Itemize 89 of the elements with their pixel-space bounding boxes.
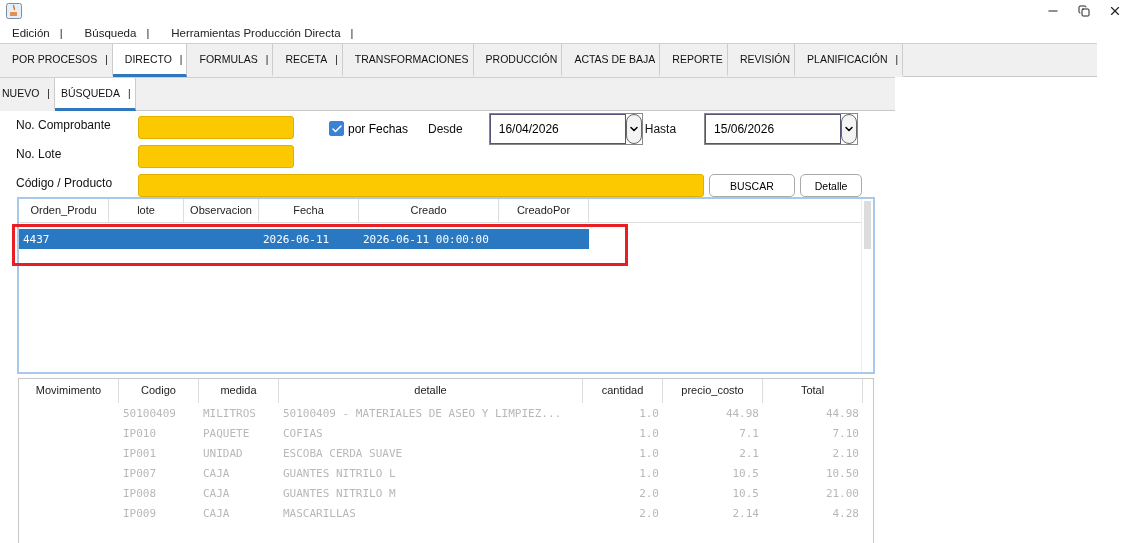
column-header[interactable]: detalle	[279, 379, 583, 403]
column-header[interactable]: Movimimento	[19, 379, 119, 403]
input-field[interactable]	[138, 174, 704, 197]
table-cell: 1.0	[639, 446, 659, 460]
table-cell: GUANTES NITRILO L	[283, 466, 396, 480]
menu-separator: |	[350, 26, 354, 39]
table-cell: MASCARILLAS	[283, 506, 356, 520]
tab[interactable]: ACTAS DE BAJA	[562, 44, 661, 77]
menu-item[interactable]: Edición	[12, 26, 50, 39]
table-cell: 44.98	[825, 406, 859, 420]
java-icon	[6, 3, 22, 19]
column-header[interactable]: lote	[109, 199, 184, 222]
table-cell: IP009	[123, 506, 157, 520]
field-label: Código / Producto	[16, 175, 114, 192]
tab[interactable]: REPORTE	[660, 44, 728, 77]
tab[interactable]: TRANSFORMACIONES	[342, 44, 474, 77]
column-header[interactable]: Observacion	[184, 199, 259, 222]
date-field[interactable]: 15/06/2026	[704, 112, 859, 145]
button[interactable]: Detalle	[799, 174, 863, 197]
table-cell: GUANTES NITRILO M	[283, 486, 396, 500]
close-icon[interactable]	[1108, 4, 1122, 18]
tab[interactable]: REVISIÓN	[727, 44, 796, 77]
date-field[interactable]: 16/04/2026	[488, 112, 643, 145]
table-cell: 2.10	[832, 446, 859, 460]
table-cell: 2026-06-11	[263, 232, 330, 246]
column-header[interactable]: medida	[199, 379, 279, 403]
table-cell: 21.00	[825, 486, 859, 500]
input-field[interactable]	[138, 145, 294, 168]
checkbox[interactable]	[329, 121, 344, 136]
tab[interactable]: DIRECTO |	[112, 44, 188, 77]
menu-item[interactable]: Herramientas Producción Directa	[171, 26, 341, 39]
scrollbar[interactable]	[861, 199, 873, 372]
table-cell: 10.50	[825, 466, 859, 480]
tab[interactable]: BÚSQUEDA |	[54, 78, 136, 111]
table-cell: IP001	[123, 446, 157, 460]
table-cell: IP007	[123, 466, 157, 480]
column-header[interactable]: Codigo	[119, 379, 199, 403]
table-cell: UNIDAD	[203, 446, 243, 460]
table-row[interactable]: 4437 2026-06-11 2026-06-11 00:00:00	[19, 229, 589, 249]
menu-separator: |	[146, 26, 150, 39]
table-cell: IP008	[123, 486, 157, 500]
table-cell: CAJA	[203, 486, 230, 500]
button[interactable]: BUSCAR	[709, 174, 795, 197]
table-cell: 50100409	[123, 406, 176, 420]
menu-item[interactable]: Búsqueda	[84, 26, 137, 39]
menu-separator: |	[59, 26, 63, 39]
table-cell: ESCOBA CERDA SUAVE	[283, 446, 403, 460]
column-header[interactable]: Total	[763, 379, 863, 403]
field-label: No. Lote	[16, 146, 63, 163]
column-header[interactable]: Fecha	[259, 199, 359, 222]
table-cell: 1.0	[639, 426, 659, 440]
table-cell: 50100409 - MATERIALES DE ASEO Y LIMPIEZ...	[283, 406, 562, 420]
table-cell: IP010	[123, 426, 157, 440]
table-cell: 2.0	[639, 506, 659, 520]
column-header[interactable]: Creado	[359, 199, 499, 222]
input-field[interactable]	[138, 116, 294, 139]
field-label: Desde	[428, 120, 463, 137]
tab[interactable]: POR PROCESOS |	[0, 44, 113, 77]
tab[interactable]: NUEVO |	[0, 78, 55, 111]
table-cell: 10.5	[732, 466, 759, 480]
table-cell: MILITROS	[203, 406, 256, 420]
tab[interactable]: PLANIFICACIÓN |	[795, 44, 904, 77]
table-cell: 2026-06-11 00:00:00	[363, 232, 489, 246]
checkbox-label: por Fechas	[348, 121, 409, 136]
table-cell: 2.1	[739, 446, 759, 460]
table-cell: 1.0	[639, 406, 659, 420]
table-cell: 44.98	[725, 406, 759, 420]
table-cell: COFIAS	[283, 426, 323, 440]
field-label: Hasta	[644, 120, 677, 137]
column-header[interactable]: precio_costo	[663, 379, 763, 403]
table-cell: 4.28	[832, 506, 859, 520]
tab[interactable]: PRODUCCIÓN	[473, 44, 563, 77]
table-cell: 7.10	[832, 426, 859, 440]
table-cell: 4437	[23, 232, 50, 246]
table-cell: PAQUETE	[203, 426, 250, 440]
column-header[interactable]: CreadoPor	[499, 199, 589, 222]
table-cell: 2.14	[732, 506, 759, 520]
table-cell: 2.0	[639, 486, 659, 500]
restore-icon[interactable]	[1078, 5, 1090, 17]
tab[interactable]: RECETA |	[273, 44, 343, 77]
table-cell: 10.5	[732, 486, 759, 500]
table-cell: 1.0	[639, 466, 659, 480]
table-cell: CAJA	[203, 466, 230, 480]
table-cell: 7.1	[739, 426, 759, 440]
field-label: No. Comprobante	[16, 117, 112, 134]
column-header[interactable]: Orden_Produ	[19, 199, 109, 222]
tab[interactable]: FORMULAS |	[187, 44, 274, 77]
column-header[interactable]: cantidad	[583, 379, 663, 403]
table-cell: CAJA	[203, 506, 230, 520]
